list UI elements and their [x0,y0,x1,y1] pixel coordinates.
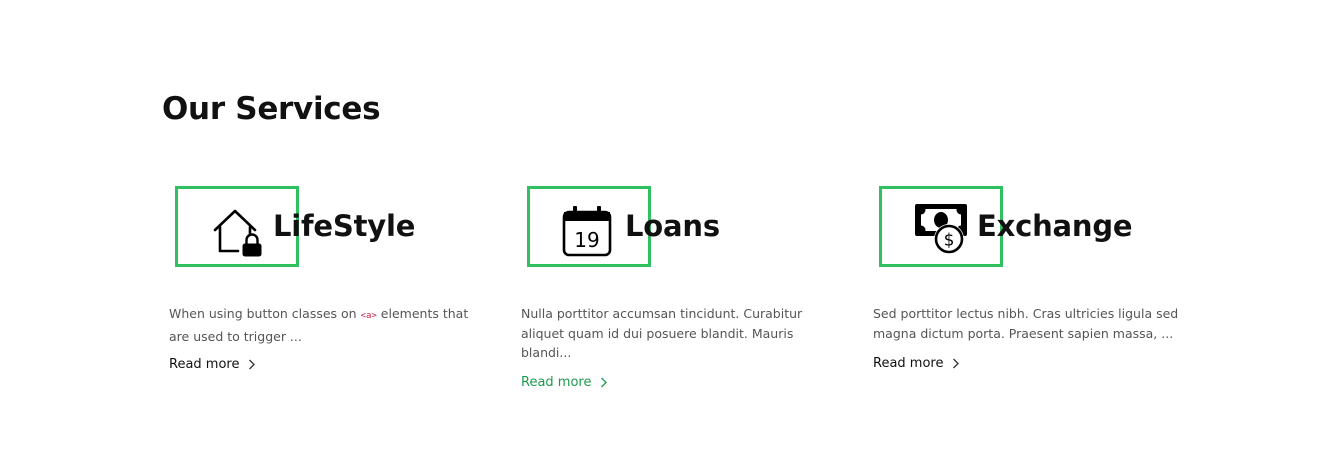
read-more-link[interactable]: Read more [169,357,256,372]
service-description: Nulla porttitor accumsan tincidunt. Cura… [521,306,803,360]
read-more-link[interactable]: Read more [521,375,608,390]
house-lock-icon [207,203,263,259]
read-more-link[interactable]: Read more [873,356,960,371]
chevron-right-icon [952,358,960,369]
calendar-day: 19 [574,228,599,252]
svg-text:$: $ [944,231,955,251]
service-description: When using button classes on <a> element… [169,306,469,344]
service-title: LifeStyle [273,209,416,243]
chevron-right-icon [248,359,256,370]
service-description: Sed porttitor lectus nibh. Cras ultricie… [873,306,1179,341]
service-title: Exchange [977,209,1133,243]
service-title: Loans [625,209,720,243]
money-exchange-icon: $ [913,203,969,259]
chevron-right-icon [600,377,608,388]
inline-code: <a> [360,311,377,321]
section-title: Our Services [162,91,381,127]
calendar-icon: 19 [559,203,615,259]
